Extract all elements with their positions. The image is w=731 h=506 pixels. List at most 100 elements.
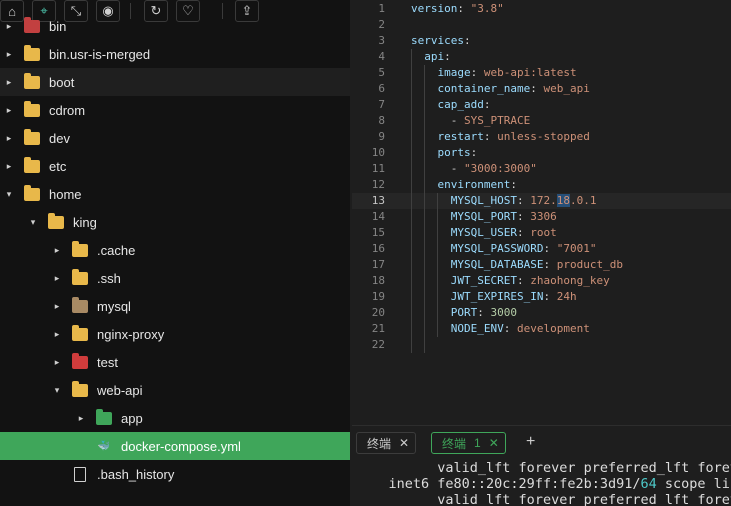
folder-icon	[72, 380, 88, 397]
tree-item[interactable]: ▾ home	[0, 180, 350, 208]
tree-item[interactable]: ▸ cdrom	[0, 96, 350, 124]
chevron-down-icon[interactable]: ▾	[52, 385, 62, 396]
terminal-tab[interactable]: 终端 ✕	[356, 432, 417, 454]
chevron-right-icon[interactable]: ▸	[52, 245, 62, 256]
code-token: :	[457, 2, 471, 15]
code-line[interactable]: 9 restart: unless-stopped	[352, 129, 731, 145]
terminal-output[interactable]: valid_lft forever preferred_lft forever …	[352, 457, 731, 506]
code-token: :	[516, 274, 531, 287]
tree-item[interactable]: ▸ boot	[0, 68, 350, 96]
tree-item-label: test	[97, 354, 118, 370]
code-token: :	[510, 178, 517, 191]
tree-item-label: boot	[49, 74, 75, 90]
chevron-right-icon[interactable]: ▸	[4, 161, 14, 172]
chevron-right-icon[interactable]: ▸	[52, 357, 62, 368]
code-line[interactable]: 15 MYSQL_USER: root	[352, 225, 731, 241]
tree-item[interactable]: ▸ .ssh	[0, 264, 350, 292]
code-line[interactable]: 21 NODE_ENV: development	[352, 321, 731, 337]
tree-item[interactable]: ▸ .cache	[0, 236, 350, 264]
tree-item[interactable]: ▸ test	[0, 348, 350, 376]
terminal-tab-number: 1	[474, 436, 481, 450]
selected-text: 18	[556, 194, 570, 207]
terminal-tab[interactable]: 终端 1 ✕	[431, 432, 506, 454]
code-line[interactable]: 1 version: "3.8"	[352, 1, 731, 17]
code-token: "3000:3000"	[463, 162, 537, 175]
tree-item[interactable]: ▾ king	[0, 208, 350, 236]
tree-item[interactable]: ▾ web-api	[0, 376, 350, 404]
tree-item-label: king	[73, 214, 97, 230]
chevron-right-icon[interactable]: ▸	[4, 105, 14, 116]
code-line[interactable]: 5 image: web-api:latest	[352, 65, 731, 81]
code-line[interactable]: 22	[352, 337, 731, 353]
code-line[interactable]: 20 PORT: 3000	[352, 305, 731, 321]
code-text: MYSQL_DATABASE: product_db	[411, 257, 623, 273]
code-line[interactable]: 19 JWT_EXPIRES_IN: 24h	[352, 289, 731, 305]
terminal-line: valid_lft forever preferred_lft forever	[356, 492, 731, 506]
chevron-right-icon[interactable]: ▸	[52, 273, 62, 284]
code-line[interactable]: 7 cap_add:	[352, 97, 731, 113]
chevron-right-icon[interactable]: ▸	[4, 77, 14, 88]
chevron-right-icon[interactable]: ▸	[52, 329, 62, 340]
code-line[interactable]: 18 JWT_SECRET: zhaohong_key	[352, 273, 731, 289]
tree-item[interactable]: ▸ etc	[0, 152, 350, 180]
code-text: container_name: web_api	[411, 81, 590, 97]
code-line[interactable]: 8 - SYS_PTRACE	[352, 113, 731, 129]
tree-item-selected[interactable]: 🐳 docker-compose.yml	[0, 432, 350, 460]
code-line[interactable]: 4 api:	[352, 49, 731, 65]
code-token: :	[483, 98, 491, 111]
close-icon[interactable]: ✕	[399, 436, 409, 450]
code-token: :	[543, 242, 557, 255]
code-token: restart	[437, 130, 484, 143]
code-token: :	[543, 258, 557, 271]
tree-item-label: .bash_history	[97, 466, 175, 482]
code-line[interactable]: 2	[352, 17, 731, 33]
code-text: - "3000:3000"	[411, 161, 537, 177]
app-folder-icon	[96, 408, 112, 425]
chevron-right-icon[interactable]: ▸	[4, 49, 14, 60]
code-token: environment	[437, 178, 511, 191]
folder-icon	[24, 72, 40, 89]
folder-icon	[72, 324, 88, 341]
code-editor[interactable]: 1 version: "3.8" 2 3 services: 4 api: 5 image:…	[352, 0, 731, 425]
line-number: 8	[378, 114, 385, 127]
code-token: JWT_EXPIRES_IN	[450, 290, 544, 303]
line-number: 22	[371, 338, 385, 351]
code-text: image: web-api:latest	[411, 65, 577, 81]
line-number: 21	[371, 322, 385, 335]
chevron-down-icon[interactable]: ▾	[4, 189, 14, 200]
code-line[interactable]: 14 MYSQL_PORT: 3306	[352, 209, 731, 225]
chevron-right-icon[interactable]: ▸	[4, 21, 14, 32]
code-line[interactable]: 6 container_name: web_api	[352, 81, 731, 97]
code-token: MYSQL_USER	[450, 226, 517, 239]
database-folder-icon	[72, 296, 88, 313]
tree-item[interactable]: ▸ bin	[0, 12, 350, 40]
code-line[interactable]: 12 environment:	[352, 177, 731, 193]
close-icon[interactable]: ✕	[489, 436, 499, 450]
code-line[interactable]: 17 MYSQL_DATABASE: product_db	[352, 257, 731, 273]
add-terminal-button[interactable]: +	[526, 433, 535, 451]
tree-item[interactable]: ▸ app	[0, 404, 350, 432]
chevron-right-icon[interactable]: ▸	[4, 133, 14, 144]
code-line[interactable]: 16 MYSQL_PASSWORD: "7001"	[352, 241, 731, 257]
code-token: SYS_PTRACE	[463, 114, 531, 127]
tree-item[interactable]: ▸ mysql	[0, 292, 350, 320]
tree-item[interactable]: .bash_history	[0, 460, 350, 488]
code-token: product_db	[556, 258, 623, 271]
tree-item-label: cdrom	[49, 102, 86, 118]
tree-item[interactable]: ▸ dev	[0, 124, 350, 152]
chevron-down-icon[interactable]: ▾	[28, 217, 38, 228]
code-line[interactable]: 11 - "3000:3000"	[352, 161, 731, 177]
code-line[interactable]: 3 services:	[352, 33, 731, 49]
code-token: :	[516, 194, 531, 207]
chevron-right-icon[interactable]: ▸	[76, 413, 86, 424]
code-line[interactable]: 13 MYSQL_HOST: 172.18.0.1	[352, 193, 731, 209]
tree-item[interactable]: ▸ nginx-proxy	[0, 320, 350, 348]
code-token: cap_add	[437, 98, 484, 111]
folder-icon	[48, 212, 64, 229]
chevron-right-icon[interactable]: ▸	[52, 301, 62, 312]
tree-item[interactable]: ▸ bin.usr-is-merged	[0, 40, 350, 68]
code-line[interactable]: 10 ports:	[352, 145, 731, 161]
